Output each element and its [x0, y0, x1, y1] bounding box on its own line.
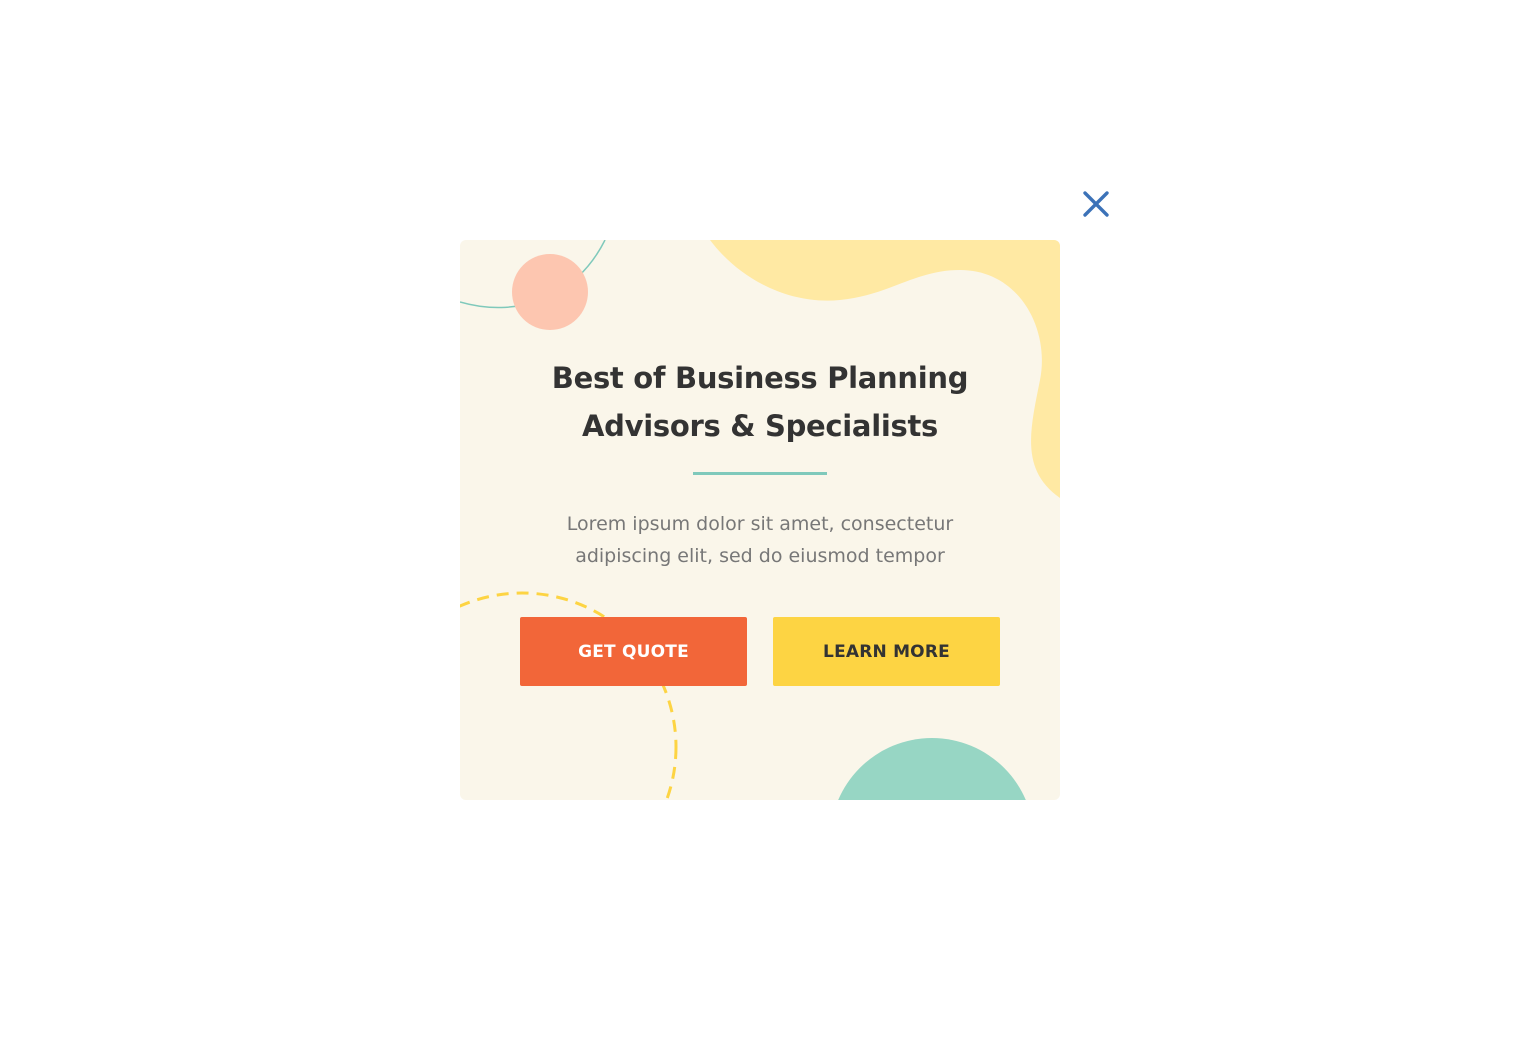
modal-description-line-1: Lorem ipsum dolor sit amet, consectetur — [566, 513, 954, 535]
modal-title-line-1: Best of Business Planning — [551, 361, 969, 395]
modal-title-line-2: Advisors & Specialists — [582, 409, 938, 443]
page: Best of Business Planning Advisors & Spe… — [0, 0, 1520, 1040]
promo-modal: Best of Business Planning Advisors & Spe… — [460, 240, 1060, 800]
title-divider — [693, 472, 827, 475]
modal-content: Best of Business Planning Advisors & Spe… — [460, 240, 1060, 800]
modal-description: Lorem ipsum dolor sit amet, consectetur … — [520, 508, 1000, 572]
modal-description-line-2: adipiscing elit, sed do eiusmod tempor — [575, 545, 945, 567]
learn-more-button[interactable]: LEARN MORE — [773, 617, 1000, 686]
get-quote-button[interactable]: GET QUOTE — [520, 617, 747, 686]
modal-title: Best of Business Planning Advisors & Spe… — [500, 354, 1020, 450]
close-icon[interactable] — [1080, 188, 1112, 220]
